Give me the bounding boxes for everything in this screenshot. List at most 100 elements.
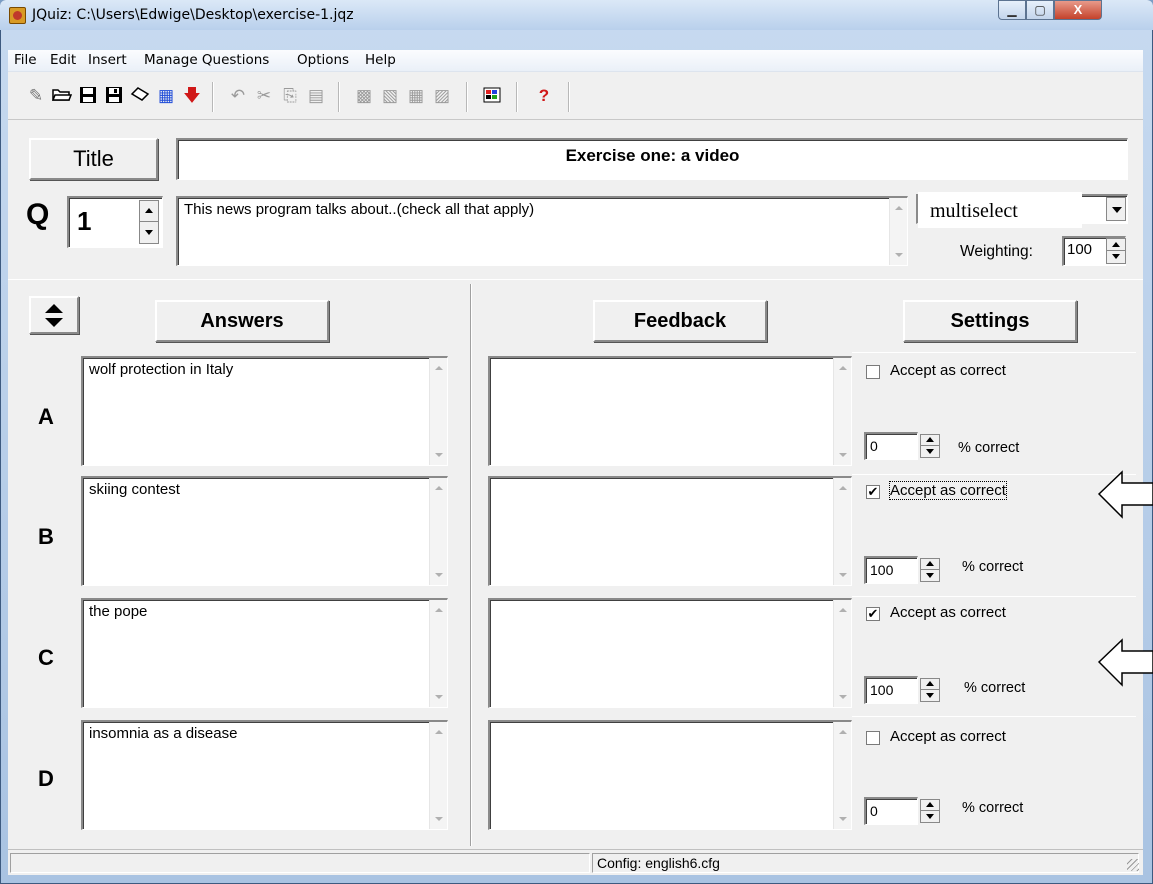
- menu-insert[interactable]: Insert: [88, 52, 127, 68]
- reorder-answers-button[interactable]: [29, 296, 79, 334]
- paste-icon[interactable]: ▤: [306, 86, 326, 106]
- question-tool-3-icon[interactable]: ▦: [406, 86, 426, 106]
- percent-correct-value: 0: [870, 803, 878, 819]
- copy-icon[interactable]: ⎘: [280, 86, 300, 106]
- answer-letter: C: [38, 645, 54, 670]
- section-divider: [8, 279, 1143, 280]
- answer-text-field[interactable]: wolf protection in Italy: [81, 356, 448, 466]
- answer-text: insomnia as a disease: [89, 725, 238, 742]
- question-tool-2-icon[interactable]: ▧: [380, 86, 400, 106]
- answer-text-field[interactable]: insomnia as a disease: [81, 720, 448, 830]
- percent-correct-value: 100: [870, 682, 894, 698]
- title-button[interactable]: Title: [29, 138, 158, 180]
- window-title: JQuiz: C:\Users\Edwige\Desktop\exercise-…: [32, 7, 354, 23]
- percent-correct-field[interactable]: 100: [864, 556, 918, 584]
- answer-scrollbar[interactable]: [429, 600, 447, 707]
- answer-letter: D: [38, 766, 54, 791]
- question-number-spinner[interactable]: [139, 200, 159, 244]
- accept-correct-label[interactable]: Accept as correct: [890, 362, 1006, 379]
- maximize-button[interactable]: ▢: [1026, 0, 1054, 20]
- menu-edit[interactable]: Edit: [50, 52, 76, 68]
- accept-correct-checkbox[interactable]: ✔: [866, 607, 880, 621]
- percent-spinner[interactable]: [920, 558, 940, 582]
- feedback-scrollbar[interactable]: [833, 722, 851, 829]
- accept-correct-label[interactable]: Accept as correct: [890, 604, 1006, 621]
- menu-help[interactable]: Help: [365, 52, 396, 68]
- answer-letter: B: [38, 524, 54, 549]
- spinner-up[interactable]: [921, 800, 939, 811]
- answer-scrollbar[interactable]: [429, 722, 447, 829]
- feedback-scrollbar[interactable]: [833, 358, 851, 465]
- accept-correct-label[interactable]: Accept as correct: [889, 481, 1007, 500]
- menu-file[interactable]: File: [14, 52, 37, 68]
- new-file-icon[interactable]: ✎: [26, 86, 46, 106]
- colors-icon[interactable]: [482, 86, 502, 106]
- chevron-down-icon[interactable]: [1106, 197, 1126, 221]
- spinner-up[interactable]: [921, 559, 939, 570]
- feedback-text-field[interactable]: [488, 356, 852, 466]
- percent-spinner[interactable]: [920, 799, 940, 823]
- question-text-field[interactable]: This news program talks about..(check al…: [176, 196, 908, 266]
- open-folder-icon[interactable]: [51, 86, 73, 106]
- answer-scrollbar[interactable]: [429, 478, 447, 585]
- resize-grip-icon[interactable]: [1127, 859, 1139, 871]
- percent-correct-label: % correct: [962, 800, 1024, 816]
- menu-manage-questions[interactable]: Manage Questions: [144, 52, 269, 68]
- settings-divider: [852, 474, 1136, 475]
- web-page-icon[interactable]: ▦: [156, 86, 176, 106]
- feedback-scrollbar[interactable]: [833, 600, 851, 707]
- cut-icon[interactable]: ✂: [254, 86, 274, 106]
- question-type-select[interactable]: multiselect: [916, 192, 1128, 228]
- answer-text-field[interactable]: the pope: [81, 598, 448, 708]
- title-bar[interactable]: JQuiz: C:\Users\Edwige\Desktop\exercise-…: [0, 0, 1153, 30]
- percent-correct-field[interactable]: 100: [864, 676, 918, 704]
- feedback-scrollbar[interactable]: [833, 478, 851, 585]
- answer-text-field[interactable]: skiing contest: [81, 476, 448, 586]
- accept-correct-checkbox[interactable]: [866, 365, 880, 379]
- accept-correct-checkbox[interactable]: [866, 731, 880, 745]
- panel-divider: [470, 284, 472, 846]
- title-field[interactable]: Exercise one: a video: [176, 138, 1128, 180]
- question-text-scrollbar[interactable]: [889, 198, 907, 265]
- answer-scrollbar[interactable]: [429, 358, 447, 465]
- accept-correct-checkbox[interactable]: ✔: [866, 485, 880, 499]
- settings-header-button[interactable]: Settings: [903, 300, 1077, 342]
- percent-correct-value: 100: [870, 562, 894, 578]
- spinner-up[interactable]: [921, 679, 939, 690]
- spinner-up[interactable]: [1107, 239, 1125, 251]
- spinner-up[interactable]: [140, 201, 158, 222]
- menu-bar: File Edit Insert Manage Questions Option…: [8, 50, 1143, 72]
- weighting-spinner[interactable]: [1106, 238, 1126, 264]
- percent-spinner[interactable]: [920, 434, 940, 458]
- eraser-icon[interactable]: [130, 86, 150, 106]
- percent-correct-field[interactable]: 0: [864, 797, 918, 825]
- percent-correct-label: % correct: [964, 680, 1026, 696]
- question-tool-4-icon[interactable]: ▨: [432, 86, 452, 106]
- percent-spinner[interactable]: [920, 678, 940, 702]
- help-icon[interactable]: ?: [534, 86, 554, 106]
- feedback-header-button[interactable]: Feedback: [593, 300, 767, 342]
- toolbar-separator: [212, 82, 214, 112]
- percent-correct-field[interactable]: 0: [864, 432, 918, 460]
- feedback-text-field[interactable]: [488, 720, 852, 830]
- feedback-text-field[interactable]: [488, 476, 852, 586]
- spinner-down[interactable]: [1107, 251, 1125, 263]
- undo-icon[interactable]: ↶: [228, 86, 248, 106]
- answers-header-button[interactable]: Answers: [155, 300, 329, 342]
- spinner-down[interactable]: [921, 811, 939, 822]
- minimize-button[interactable]: ▁: [998, 0, 1026, 20]
- question-tool-1-icon[interactable]: ▩: [354, 86, 374, 106]
- menu-options[interactable]: Options: [297, 52, 349, 68]
- feedback-text-field[interactable]: [488, 598, 852, 708]
- spinner-down[interactable]: [921, 570, 939, 581]
- settings-divider: [852, 596, 1136, 597]
- spinner-down[interactable]: [921, 446, 939, 457]
- save-as-icon[interactable]: [104, 86, 124, 106]
- export-arrow-icon[interactable]: 🡇: [182, 86, 202, 106]
- spinner-down[interactable]: [140, 222, 158, 243]
- spinner-down[interactable]: [921, 690, 939, 701]
- close-button[interactable]: X: [1054, 0, 1102, 20]
- spinner-up[interactable]: [921, 435, 939, 446]
- save-icon[interactable]: [78, 86, 98, 106]
- accept-correct-label[interactable]: Accept as correct: [890, 728, 1006, 745]
